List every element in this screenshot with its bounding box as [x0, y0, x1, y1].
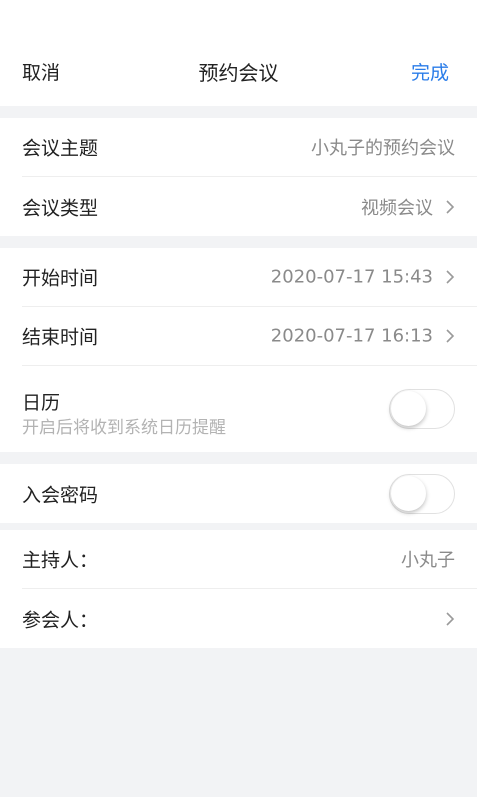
topic-value[interactable]: 小丸子的预约会议 — [311, 134, 455, 160]
calendar-toggle[interactable] — [389, 389, 455, 429]
password-toggle[interactable] — [389, 473, 455, 514]
chevron-right-icon — [445, 269, 455, 285]
done-button[interactable]: 完成 — [411, 58, 449, 85]
time-section: 开始时间 2020-07-17 15:43 结束时间 2020-07-17 16… — [0, 248, 477, 452]
host-label: 主持人： — [22, 549, 99, 572]
basic-section: 会议主题 小丸子的预约会议 会议类型 视频会议 — [0, 118, 477, 236]
topic-label: 会议主题 — [22, 137, 99, 160]
host-value: 小丸子 — [401, 550, 455, 571]
attendees-row[interactable]: 参会人： — [22, 589, 477, 648]
password-section: 入会密码 — [0, 464, 477, 523]
start-time-value: 2020-07-17 15:43 — [270, 266, 433, 288]
page-title: 预约会议 — [198, 61, 279, 85]
type-value: 视频会议 — [361, 197, 433, 219]
host-row: 主持人： 小丸子 — [22, 530, 477, 589]
calendar-row: 日历 开启后将收到系统日历提醒 — [22, 366, 477, 452]
attendees-label: 参会人： — [22, 609, 99, 631]
type-row[interactable]: 会议类型 视频会议 — [22, 177, 477, 236]
end-time-row[interactable]: 结束时间 2020-07-17 16:13 — [22, 307, 477, 366]
calendar-hint: 开启后将收到系统日历提醒 — [22, 418, 226, 438]
nav-bar: 取消 预约会议 完成 — [0, 0, 477, 106]
type-label: 会议类型 — [22, 197, 99, 219]
end-time-value: 2020-07-17 16:13 — [270, 325, 433, 347]
chevron-right-icon — [445, 611, 455, 627]
topic-row[interactable]: 会议主题 小丸子的预约会议 — [22, 118, 477, 177]
start-time-label: 开始时间 — [22, 267, 99, 290]
calendar-label: 日历 — [22, 392, 61, 414]
password-label: 入会密码 — [22, 484, 99, 506]
password-row: 入会密码 — [22, 464, 477, 523]
chevron-right-icon — [445, 199, 455, 215]
chevron-right-icon — [445, 328, 455, 344]
start-time-row[interactable]: 开始时间 2020-07-17 15:43 — [22, 248, 477, 307]
people-section: 主持人： 小丸子 参会人： — [0, 530, 477, 648]
toggle-knob — [391, 391, 426, 426]
toggle-knob — [391, 475, 426, 511]
end-time-label: 结束时间 — [22, 326, 99, 349]
